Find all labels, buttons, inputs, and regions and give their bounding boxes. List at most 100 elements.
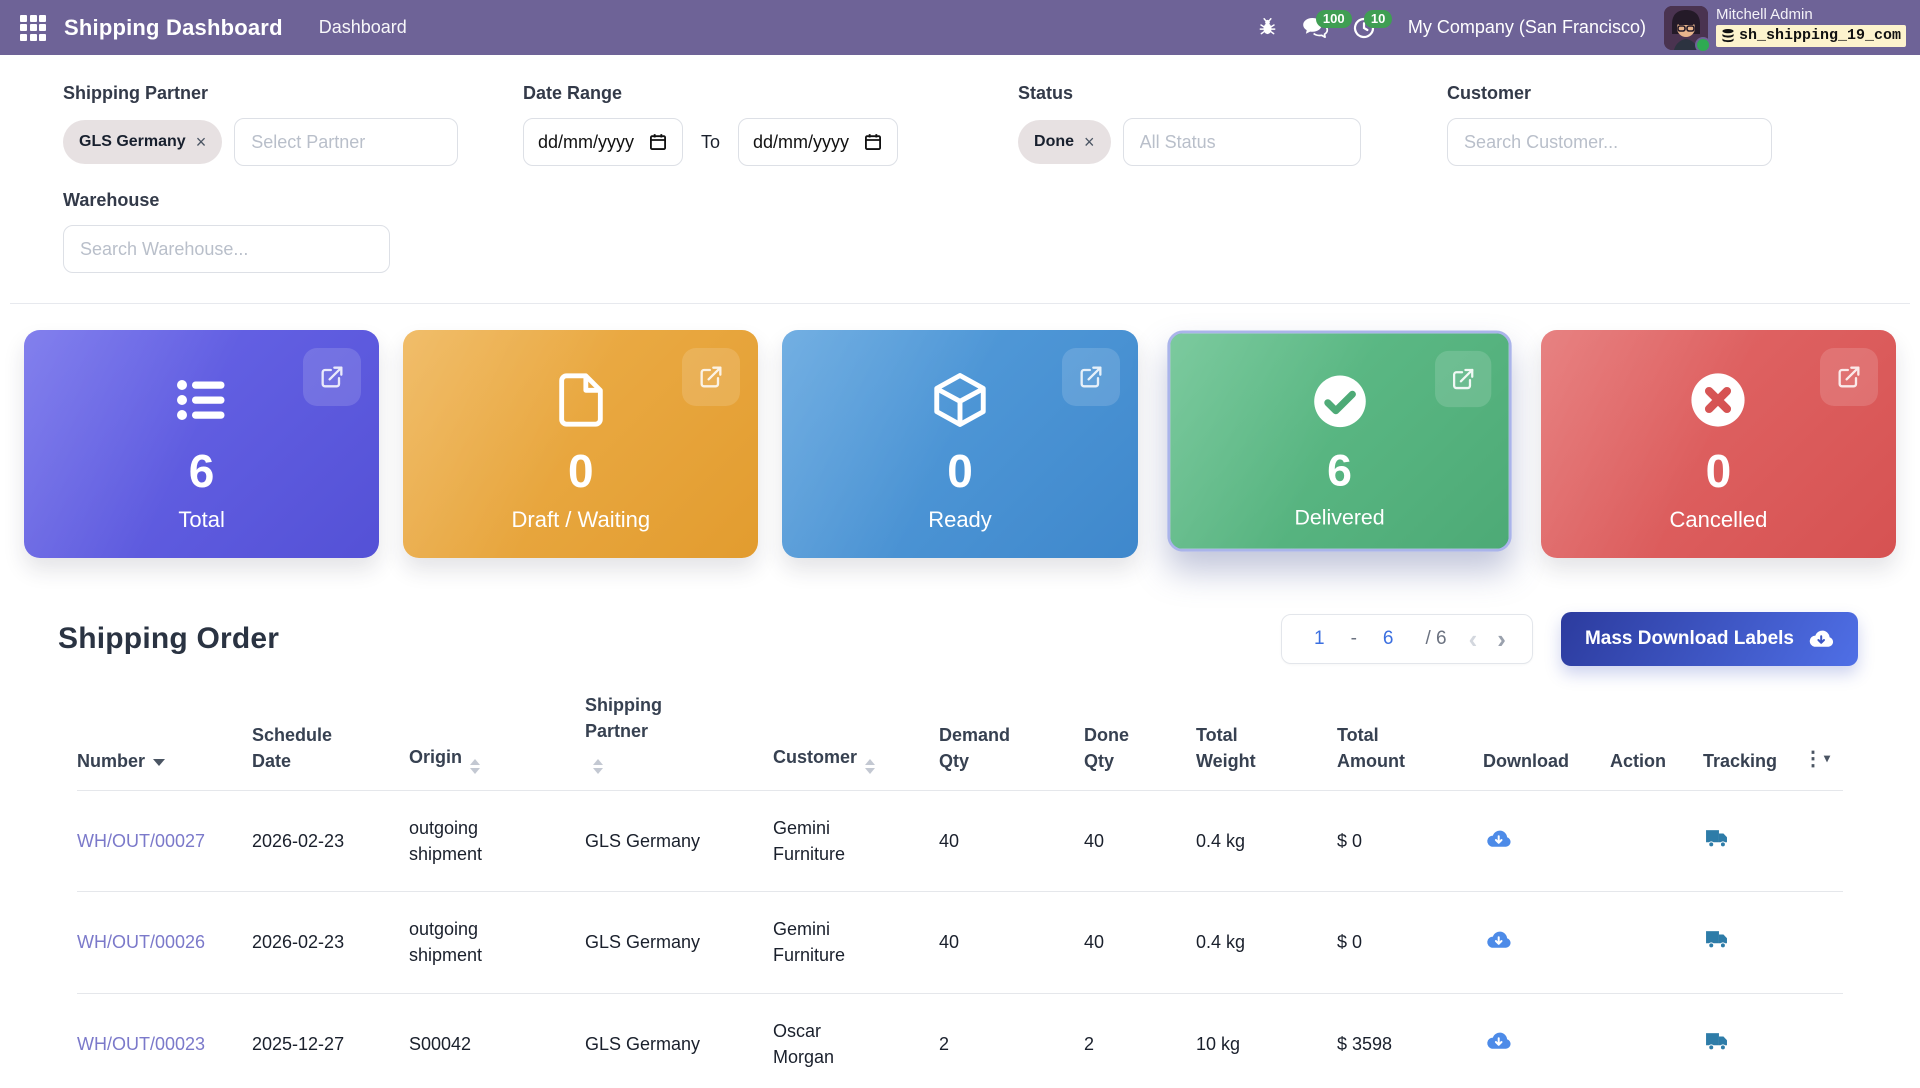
pagination: 1 - 6 / 6 ‹ › — [1281, 614, 1533, 664]
list-icon — [169, 364, 235, 436]
col-shipping-partner[interactable]: Shipping Partner — [585, 684, 773, 791]
external-link-icon — [1835, 363, 1863, 391]
remove-tag-icon[interactable]: × — [1084, 132, 1095, 153]
col-customer[interactable]: Customer — [773, 684, 939, 791]
total-count: 6 — [189, 446, 215, 497]
col-options[interactable]: ⋮▾ — [1803, 684, 1843, 791]
page-total: / 6 — [1411, 628, 1456, 650]
delivered-count: 6 — [1327, 446, 1352, 495]
col-schedule-date[interactable]: Schedule Date — [252, 684, 409, 791]
status-tag[interactable]: Done × — [1018, 120, 1111, 164]
app-title[interactable]: Shipping Dashboard — [64, 15, 283, 41]
bug-icon — [1257, 17, 1278, 38]
filters-panel: Shipping Partner GLS Germany × Date Rang… — [10, 55, 1910, 304]
open-external-button[interactable] — [1435, 351, 1491, 407]
activities-count-badge: 10 — [1364, 10, 1392, 28]
col-origin[interactable]: Origin — [409, 684, 585, 791]
tracking-button[interactable] — [1703, 826, 1732, 854]
table-row[interactable]: WH/OUT/00026 2026-02-23 outgoing shipmen… — [77, 892, 1843, 993]
truck-icon — [1705, 1031, 1730, 1052]
calendar-icon — [648, 132, 668, 152]
cloud-download-icon — [1485, 929, 1512, 951]
open-external-button[interactable] — [682, 348, 740, 406]
card-ready[interactable]: 0 Ready — [782, 330, 1137, 558]
cube-icon — [929, 364, 991, 436]
order-number-link[interactable]: WH/OUT/00023 — [77, 1034, 205, 1054]
card-delivered[interactable]: 6 Delivered — [1167, 331, 1512, 552]
apps-grid-icon[interactable] — [16, 11, 50, 45]
open-external-button[interactable] — [1820, 348, 1878, 406]
file-icon — [552, 364, 610, 436]
download-label-button[interactable] — [1483, 927, 1514, 956]
download-label-button[interactable] — [1483, 826, 1514, 855]
top-navbar: Shipping Dashboard Dashboard 100 10 — [0, 0, 1920, 55]
user-menu[interactable]: Mitchell Admin sh_shipping_19_com — [1664, 6, 1906, 50]
truck-icon — [1705, 828, 1730, 849]
messages-button[interactable]: 100 — [1296, 8, 1336, 48]
cancelled-label: Cancelled — [1669, 507, 1767, 533]
cloud-download-icon — [1485, 1030, 1512, 1052]
col-done-qty[interactable]: Done Qty — [1084, 684, 1196, 791]
draft-count: 0 — [568, 446, 594, 497]
page-end[interactable]: 6 — [1369, 624, 1408, 654]
card-total[interactable]: 6 Total — [24, 330, 379, 558]
kpi-cards-row: 6 Total 0 Draft / Waiting 0 Ready — [0, 304, 1920, 568]
shipping-orders-table: Number Schedule Date Origin Shipping Par… — [77, 684, 1843, 1088]
column-options-icon[interactable]: ⋮▾ — [1803, 748, 1831, 770]
open-external-button[interactable] — [303, 348, 361, 406]
card-draft-waiting[interactable]: 0 Draft / Waiting — [403, 330, 758, 558]
page-title: Shipping Order — [58, 622, 279, 656]
status-input[interactable] — [1123, 118, 1361, 166]
external-link-icon — [318, 363, 346, 391]
draft-label: Draft / Waiting — [512, 507, 651, 533]
debug-bug-button[interactable] — [1248, 8, 1288, 48]
truck-icon — [1705, 929, 1730, 950]
col-action: Action — [1610, 684, 1703, 791]
download-label-button[interactable] — [1483, 1028, 1514, 1057]
col-download: Download — [1483, 684, 1610, 791]
sort-icon — [865, 759, 875, 774]
col-number[interactable]: Number — [77, 684, 252, 791]
sort-desc-icon — [153, 759, 165, 766]
database-icon — [1721, 28, 1735, 44]
mass-download-labels-button[interactable]: Mass Download Labels — [1561, 612, 1858, 666]
warehouse-label: Warehouse — [63, 190, 1910, 211]
warehouse-search-input[interactable] — [63, 225, 390, 273]
activities-button[interactable]: 10 — [1344, 8, 1384, 48]
tracking-button[interactable] — [1703, 927, 1732, 955]
shipping-partner-input[interactable] — [234, 118, 458, 166]
table-row[interactable]: WH/OUT/00023 2025-12-27 S00042 GLS Germa… — [77, 993, 1843, 1088]
col-total-weight[interactable]: Total Weight — [1196, 684, 1337, 791]
prev-page-chevron-icon[interactable]: ‹ — [1461, 626, 1486, 652]
customer-search-input[interactable] — [1447, 118, 1772, 166]
delivered-label: Delivered — [1294, 505, 1384, 530]
menu-item-dashboard[interactable]: Dashboard — [319, 17, 407, 38]
x-circle-icon — [1689, 364, 1747, 436]
table-row[interactable]: WH/OUT/00027 2026-02-23 outgoing shipmen… — [77, 791, 1843, 892]
grid-icon — [20, 15, 46, 41]
col-demand-qty[interactable]: Demand Qty — [939, 684, 1084, 791]
order-number-link[interactable]: WH/OUT/00027 — [77, 831, 205, 851]
user-name: Mitchell Admin — [1716, 7, 1906, 24]
customer-label: Customer — [1447, 83, 1772, 104]
online-status-dot — [1695, 37, 1711, 53]
next-page-chevron-icon[interactable]: › — [1489, 626, 1514, 652]
col-total-amount[interactable]: Total Amount — [1337, 684, 1483, 791]
company-switcher[interactable]: My Company (San Francisco) — [1408, 17, 1646, 38]
open-external-button[interactable] — [1062, 348, 1120, 406]
external-link-icon — [1077, 363, 1105, 391]
ready-label: Ready — [928, 507, 992, 533]
page-start[interactable]: 1 — [1300, 624, 1339, 654]
remove-tag-icon[interactable]: × — [196, 132, 207, 153]
calendar-icon — [863, 132, 883, 152]
sort-icon — [593, 759, 603, 774]
shipping-partner-tag[interactable]: GLS Germany × — [63, 120, 222, 164]
date-to-input[interactable]: dd/mm/yyyy — [738, 118, 898, 166]
card-cancelled[interactable]: 0 Cancelled — [1541, 330, 1896, 558]
table-header-row: Number Schedule Date Origin Shipping Par… — [77, 684, 1843, 791]
tracking-button[interactable] — [1703, 1029, 1732, 1057]
external-link-icon — [1449, 365, 1476, 392]
date-from-input[interactable]: dd/mm/yyyy — [523, 118, 683, 166]
total-label: Total — [178, 507, 224, 533]
order-number-link[interactable]: WH/OUT/00026 — [77, 932, 205, 952]
